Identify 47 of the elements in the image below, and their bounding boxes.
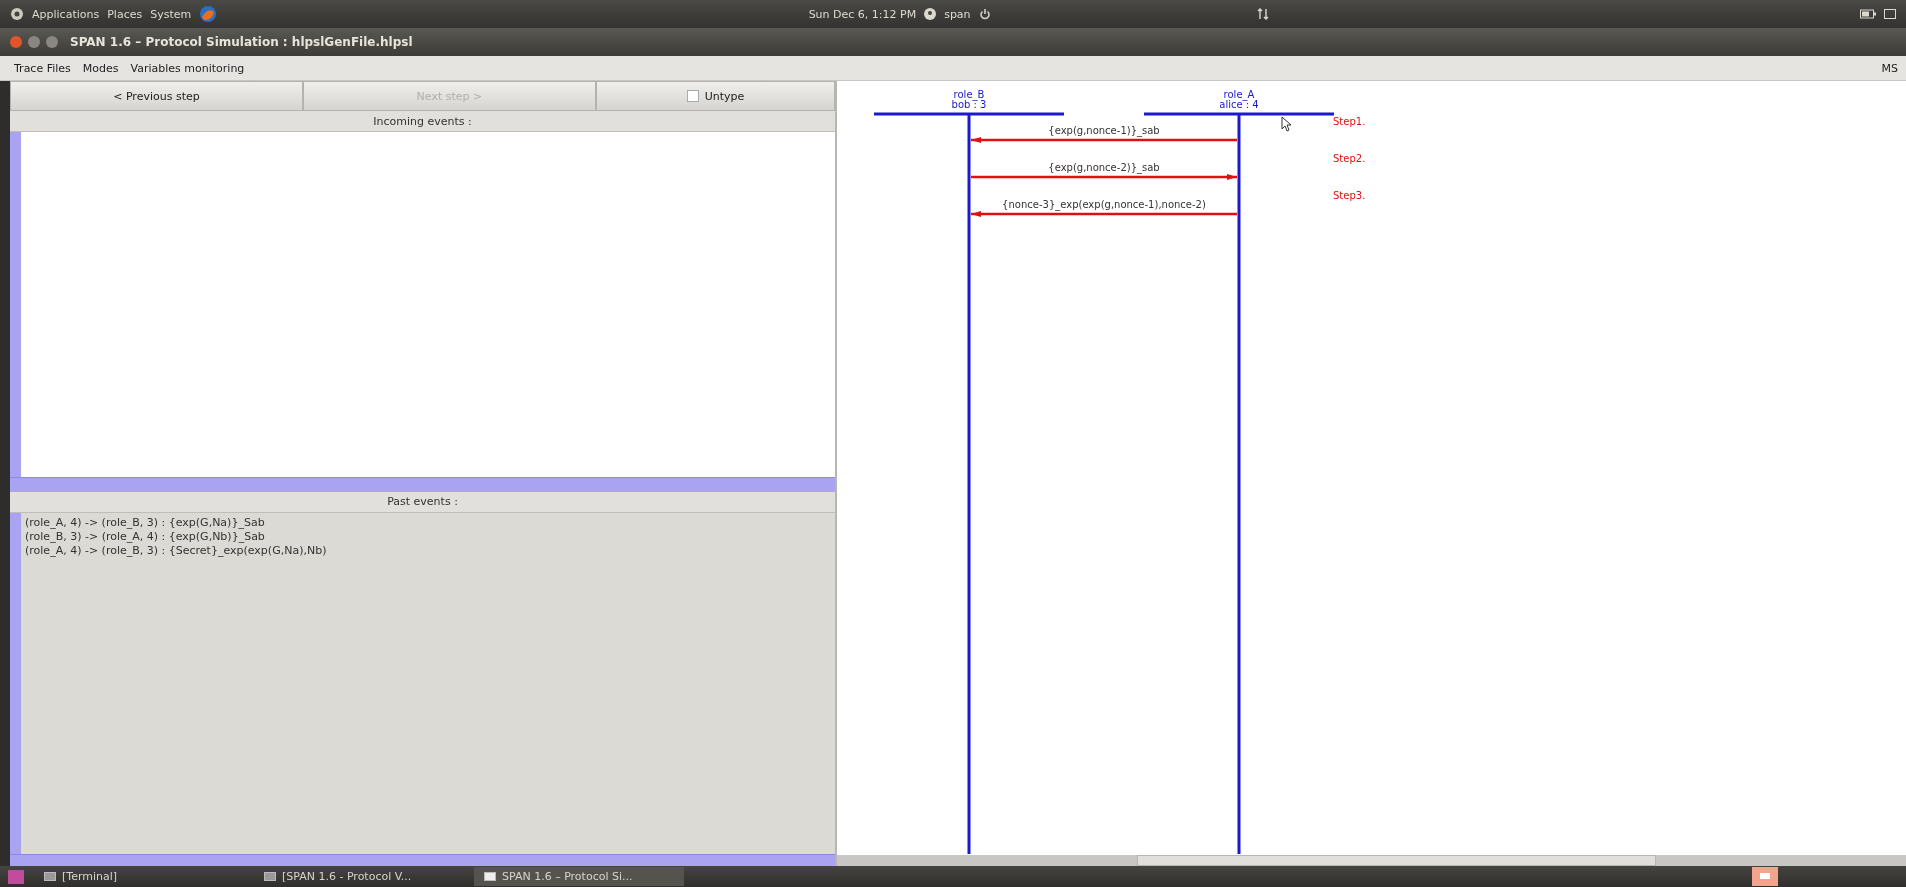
menu-item[interactable]: Trace Files [14, 61, 71, 75]
previous-step-button[interactable]: < Previous step [10, 81, 303, 111]
show-desktop-icon[interactable] [8, 869, 24, 884]
step-label: Step3. [1333, 190, 1366, 201]
role-instance: bob : 3 [951, 99, 987, 110]
past-event[interactable]: (role_B, 3) -> (role_A, 4) : {exp(G,Nb)}_Sab [25, 529, 327, 543]
message-label: {nonce-3}_exp(exp(g,nonce-1),nonce-2) [1002, 199, 1206, 210]
user-icon [924, 8, 937, 20]
network-icon[interactable] [1256, 8, 1269, 20]
untype-label[interactable]: Untype [704, 89, 745, 103]
taskbar-item[interactable]: [Terminal] [34, 867, 244, 886]
message-label: {exp(g,nonce-1)}_sab [1048, 125, 1160, 136]
untype-checkbox[interactable] [686, 90, 699, 102]
past-events-header: Past events : [10, 491, 835, 513]
window-icon [484, 872, 496, 881]
power-icon[interactable] [978, 8, 991, 20]
browser-icon[interactable] [199, 5, 218, 23]
step-label: Step2. [1333, 153, 1366, 164]
step-label: Step1. [1333, 116, 1366, 127]
menu-item[interactable]: MS [1881, 61, 1898, 75]
incoming-events-header: Incoming events : [10, 111, 835, 132]
menu-item[interactable]: Variables monitoring [130, 61, 245, 75]
close-button[interactable] [10, 36, 22, 48]
past-event[interactable]: (role_A, 4) -> (role_B, 3) : {Secret}_exp(exp(G,Na),Nb) [25, 543, 327, 557]
window-icon [264, 872, 276, 881]
menu-item[interactable]: Modes [82, 61, 119, 75]
maximize-button[interactable] [46, 36, 58, 48]
panel-menu[interactable]: System [150, 7, 192, 21]
window-title: SPAN 1.6 – Protocol Simulation : hlpslGenFile.hlpsl [70, 35, 413, 49]
workspace-switcher-icon[interactable] [1752, 867, 1778, 886]
panel-menu[interactable]: Places [107, 7, 143, 21]
mouse-cursor-icon [1281, 116, 1292, 132]
role-name: role_A [1223, 89, 1255, 100]
taskbar-item[interactable]: SPAN 1.6 – Protocol Si... [474, 867, 684, 886]
battery-icon[interactable] [1860, 9, 1876, 19]
panel-menu[interactable]: Applications [32, 7, 100, 21]
role-instance: alice : 4 [1219, 99, 1259, 110]
role-name: role_B [953, 89, 985, 100]
minimize-button[interactable] [28, 36, 40, 48]
past-event[interactable]: (role_A, 4) -> (role_B, 3) : {exp(G,Na)}_Sab [25, 515, 327, 529]
scrollbar[interactable] [837, 855, 1906, 866]
user-name[interactable]: span [944, 7, 971, 21]
taskbar-item[interactable]: [SPAN 1.6 - Protocol V... [254, 867, 464, 886]
clock[interactable]: Sun Dec 6, 1:12 PM [808, 7, 917, 21]
window-icon [44, 872, 56, 881]
message-label: {exp(g,nonce-2)}_sab [1048, 162, 1160, 173]
scrollbar[interactable] [10, 854, 835, 866]
